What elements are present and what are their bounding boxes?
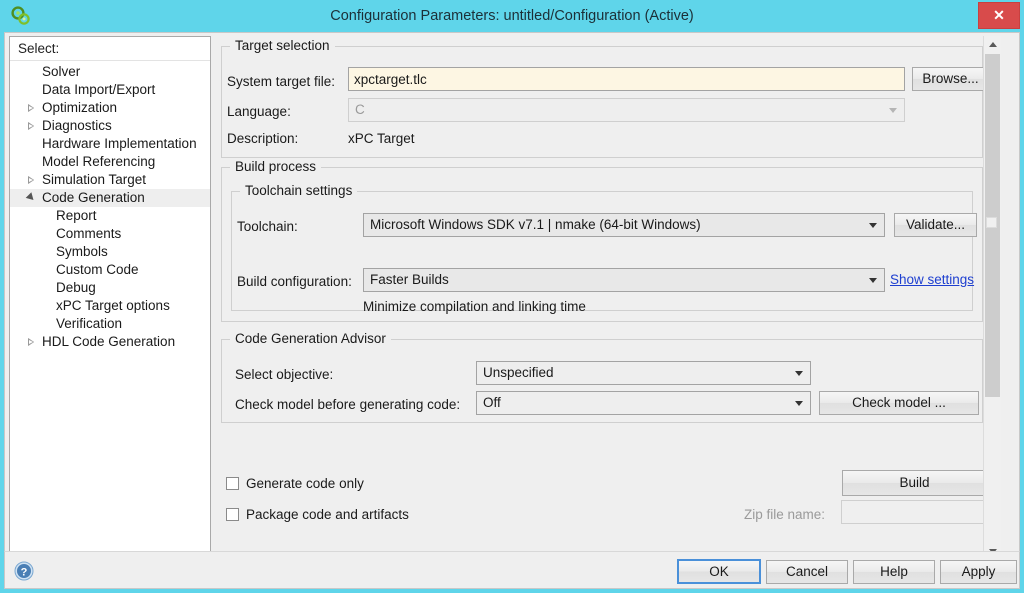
toolchain-settings-title: Toolchain settings xyxy=(240,183,358,198)
package-code-label: Package code and artifacts xyxy=(246,507,409,522)
generate-code-only-label: Generate code only xyxy=(246,476,364,491)
svg-text:?: ? xyxy=(21,567,28,579)
build-process-title: Build process xyxy=(230,159,322,174)
code-generation-advisor-title: Code Generation Advisor xyxy=(230,331,391,346)
sidebar-item-label: xPC Target options xyxy=(56,298,170,313)
build-configuration-label: Build configuration: xyxy=(237,274,352,289)
chevron-right-icon[interactable] xyxy=(28,338,34,346)
sidebar-item-solver[interactable]: Solver xyxy=(10,63,210,81)
help-button[interactable]: Help xyxy=(853,560,935,584)
sidebar-item-xpc-target-options[interactable]: xPC Target options xyxy=(10,297,210,315)
chevron-down-icon xyxy=(889,108,897,113)
close-button[interactable]: ✕ xyxy=(978,2,1020,29)
dialog-footer: ? OK Cancel Help Apply xyxy=(4,551,1020,589)
sidebar-item-label: Report xyxy=(56,208,97,223)
select-tree-panel: Select: Solver Data Import/Export Optimiza… xyxy=(9,36,211,554)
pane-scrollbar[interactable] xyxy=(983,36,1001,554)
title-bar: Configuration Parameters: untitled/Confi… xyxy=(0,0,1024,32)
chevron-right-icon[interactable] xyxy=(28,176,34,184)
chevron-right-icon[interactable] xyxy=(28,122,34,130)
sidebar-item-report[interactable]: Report xyxy=(10,207,210,225)
sidebar-item-label: Solver xyxy=(42,64,81,79)
sidebar-item-hdl-code-generation[interactable]: HDL Code Generation xyxy=(10,333,210,351)
package-code-checkbox[interactable] xyxy=(226,508,239,521)
sidebar-item-custom-code[interactable]: Custom Code xyxy=(10,261,210,279)
sidebar-item-label: Symbols xyxy=(56,244,108,259)
sidebar-item-label: Comments xyxy=(56,226,122,241)
sidebar-item-label: HDL Code Generation xyxy=(42,334,176,349)
language-combobox[interactable]: C xyxy=(348,98,905,122)
scrollbar-grip xyxy=(986,217,997,228)
toolchain-settings-group: Toolchain settings xyxy=(231,183,973,311)
check-model-value: Off xyxy=(483,395,501,410)
toolchain-combobox[interactable]: Microsoft Windows SDK v7.1 | nmake (64-b… xyxy=(363,213,885,237)
settings-pane: Target selection System target file: Bro… xyxy=(215,36,1001,554)
sidebar-item-optimization[interactable]: Optimization xyxy=(10,99,210,117)
description-label: Description: xyxy=(227,131,299,146)
apply-button[interactable]: Apply xyxy=(940,560,1017,584)
zip-file-name-label: Zip file name: xyxy=(744,507,826,522)
browse-button[interactable]: Browse... xyxy=(912,67,989,91)
chevron-up-icon xyxy=(989,42,997,47)
sidebar-item-debug[interactable]: Debug xyxy=(10,279,210,297)
client-area: Select: Solver Data Import/Export Optimiza… xyxy=(4,32,1020,558)
ok-button[interactable]: OK xyxy=(677,559,761,584)
chevron-down-icon[interactable] xyxy=(25,192,37,203)
cancel-button[interactable]: Cancel xyxy=(766,560,848,584)
system-target-file-label: System target file: xyxy=(227,74,336,89)
select-objective-value: Unspecified xyxy=(483,365,554,380)
sidebar-item-diagnostics[interactable]: Diagnostics xyxy=(10,117,210,135)
generate-code-only-checkbox[interactable] xyxy=(226,477,239,490)
chevron-right-icon[interactable] xyxy=(28,104,34,112)
sidebar-item-label: Debug xyxy=(56,280,96,295)
scroll-up-button[interactable] xyxy=(984,36,1001,53)
sidebar-item-symbols[interactable]: Symbols xyxy=(10,243,210,261)
toolchain-value: Microsoft Windows SDK v7.1 | nmake (64-b… xyxy=(370,217,701,232)
config-tree[interactable]: Solver Data Import/Export Optimization Diag… xyxy=(10,63,210,351)
validate-button[interactable]: Validate... xyxy=(894,213,977,237)
scrollbar-thumb[interactable] xyxy=(985,54,1000,397)
sidebar-item-hardware-implementation[interactable]: Hardware Implementation xyxy=(10,135,210,153)
sidebar-item-label: Diagnostics xyxy=(42,118,112,133)
sidebar-item-label: Hardware Implementation xyxy=(42,136,197,151)
sidebar-item-label: Custom Code xyxy=(56,262,139,277)
sidebar-item-label: Model Referencing xyxy=(42,154,156,169)
sidebar-item-model-referencing[interactable]: Model Referencing xyxy=(10,153,210,171)
target-selection-title: Target selection xyxy=(230,38,335,53)
select-objective-combobox[interactable]: Unspecified xyxy=(476,361,811,385)
build-configuration-value: Faster Builds xyxy=(370,272,449,287)
sidebar-item-data-import-export[interactable]: Data Import/Export xyxy=(10,81,210,99)
sidebar-item-code-generation[interactable]: Code Generation xyxy=(10,189,210,207)
toolchain-label: Toolchain: xyxy=(237,219,298,234)
help-circle-icon[interactable]: ? xyxy=(14,561,34,581)
sidebar-item-label: Code Generation xyxy=(42,190,145,205)
check-model-combobox[interactable]: Off xyxy=(476,391,811,415)
build-configuration-combobox[interactable]: Faster Builds xyxy=(363,268,885,292)
sidebar-item-label: Verification xyxy=(56,316,123,331)
build-configuration-hint: Minimize compilation and linking time xyxy=(363,299,586,314)
sidebar-item-verification[interactable]: Verification xyxy=(10,315,210,333)
build-button[interactable]: Build xyxy=(842,470,987,496)
zip-file-name-input[interactable] xyxy=(841,500,987,524)
chevron-down-icon xyxy=(869,278,877,283)
chevron-down-icon xyxy=(869,223,877,228)
sidebar-item-simulation-target[interactable]: Simulation Target xyxy=(10,171,210,189)
sidebar-item-label: Data Import/Export xyxy=(42,82,156,97)
select-objective-label: Select objective: xyxy=(235,367,334,382)
check-model-button[interactable]: Check model ... xyxy=(819,391,979,415)
language-value: C xyxy=(355,102,365,117)
show-settings-link[interactable]: Show settings xyxy=(890,272,974,287)
description-value: xPC Target xyxy=(348,131,415,146)
check-model-label: Check model before generating code: xyxy=(235,397,461,412)
sidebar-item-label: Optimization xyxy=(42,100,118,115)
system-target-file-input[interactable] xyxy=(348,67,905,91)
sidebar-item-label: Simulation Target xyxy=(42,172,147,187)
chevron-down-icon xyxy=(795,371,803,376)
language-label: Language: xyxy=(227,104,291,119)
select-label: Select: xyxy=(10,37,210,61)
chevron-down-icon xyxy=(795,401,803,406)
configuration-parameters-window: Configuration Parameters: untitled/Confi… xyxy=(0,0,1024,593)
window-title: Configuration Parameters: untitled/Confi… xyxy=(330,8,694,24)
sidebar-item-comments[interactable]: Comments xyxy=(10,225,210,243)
